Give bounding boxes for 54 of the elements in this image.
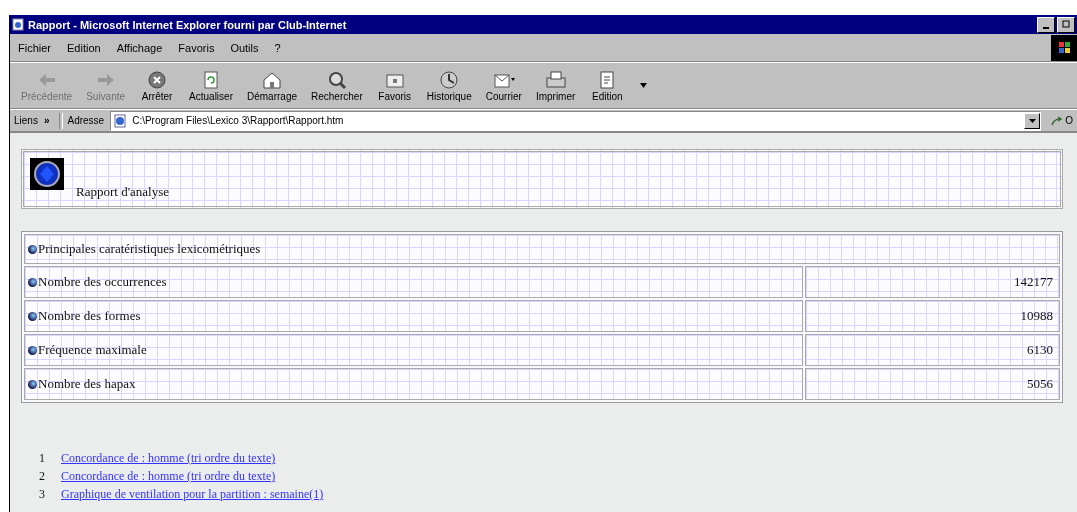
- dropdown-button[interactable]: [1024, 112, 1041, 129]
- bullet-icon: [28, 379, 37, 389]
- report-link[interactable]: Graphique de ventilation pour la partition : semaine(1): [61, 487, 324, 502]
- row-label: Nombre des occurrences: [38, 274, 167, 290]
- links-chevron[interactable]: »: [43, 115, 50, 126]
- minimize-icon: [1043, 26, 1049, 29]
- minimize-button[interactable]: [1037, 16, 1055, 33]
- table-cell: 142177: [805, 266, 1060, 298]
- toolbar-button[interactable]: Edition: [582, 69, 633, 102]
- menu-item[interactable]: ?: [274, 41, 281, 54]
- toolbar-button[interactable]: Actualiser: [182, 69, 240, 102]
- window-title: Rapport - Microsoft Internet Explorer fourni par Club-Internet: [28, 18, 347, 31]
- page-icon: [12, 18, 24, 31]
- menu-item[interactable]: Outils: [230, 41, 259, 54]
- section-heading: Principales caratéristiques lexicométriques: [38, 241, 261, 257]
- menu-item[interactable]: Affichage: [116, 41, 163, 54]
- menu-item[interactable]: Fichier: [18, 41, 51, 54]
- links-label[interactable]: Liens: [14, 115, 38, 126]
- bullet-icon: [28, 244, 37, 254]
- link-number: 1: [39, 451, 46, 466]
- link-number: 2: [39, 469, 46, 484]
- toolbar-button[interactable]: Démarrage: [240, 69, 304, 102]
- toolbar-button[interactable]: Historique: [419, 69, 479, 102]
- row-label: Fréquence maximale: [38, 342, 147, 358]
- toolbar-button[interactable]: Imprimer: [528, 69, 583, 102]
- toolbar-button[interactable]: Favoris: [369, 69, 420, 102]
- menu-item[interactable]: Favoris: [178, 41, 215, 54]
- bullet-icon: [28, 277, 37, 287]
- row-label: Nombre des formes: [38, 308, 141, 324]
- row-label: Nombre des hapax: [38, 376, 136, 392]
- menu-item[interactable]: Edition: [67, 41, 101, 54]
- table-cell: 5056: [805, 368, 1060, 400]
- toolbar-button[interactable]: Arrêter: [132, 69, 183, 102]
- go-button[interactable]: O: [1041, 115, 1077, 126]
- address-field[interactable]: C:\Program Files\Lexico 3\Rapport\Rapport.htm: [110, 110, 1042, 131]
- address-label: Adresse: [67, 115, 105, 126]
- target-logo-icon: [30, 158, 64, 190]
- more-caret-icon[interactable]: [640, 83, 648, 88]
- printer-icon: [543, 69, 568, 91]
- bullet-icon: [28, 345, 37, 355]
- report-link[interactable]: Concordance de : homme (tri ordre du texte): [61, 469, 276, 484]
- table-cell: 10988: [805, 300, 1060, 332]
- bullet-icon: [28, 311, 37, 321]
- go-arrow-icon: [1051, 115, 1064, 126]
- restore-icon: [1061, 19, 1071, 30]
- page-icon: [113, 113, 128, 128]
- link-number: 3: [39, 487, 46, 502]
- table-cell: 6130: [805, 334, 1060, 366]
- toolbar-button[interactable]: Rechercher: [304, 69, 370, 102]
- report-link[interactable]: Concordance de : homme (tri ordre du texte): [61, 451, 276, 466]
- restore-button[interactable]: [1057, 16, 1075, 33]
- report-title: Rapport d'analyse: [76, 184, 169, 200]
- caret-icon: [1028, 118, 1036, 123]
- toolbar-button[interactable]: Courrier: [478, 69, 529, 102]
